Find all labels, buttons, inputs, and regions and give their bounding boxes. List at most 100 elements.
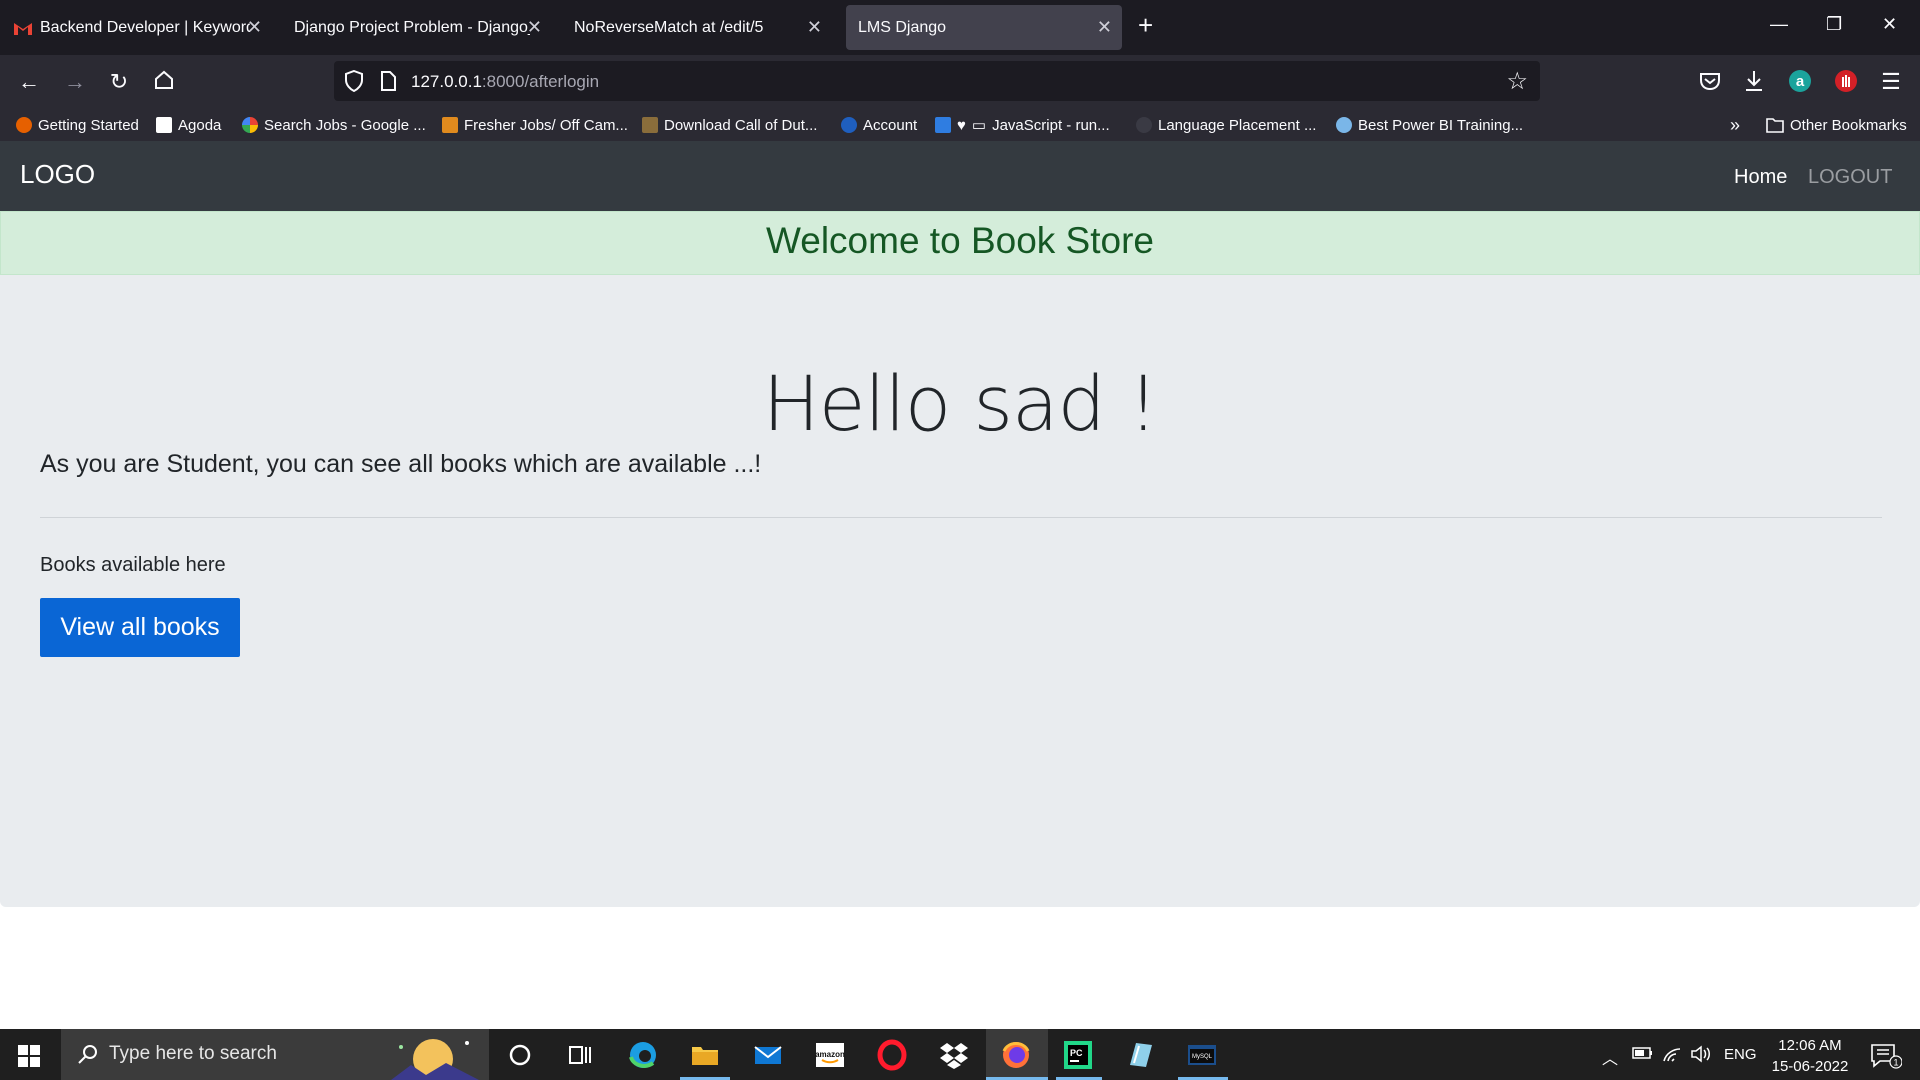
tab-title: Django Project Problem - Django_P (294, 18, 530, 36)
firefox-icon[interactable] (1000, 1039, 1032, 1071)
agoda-icon (156, 117, 172, 133)
icr-icon (841, 117, 857, 133)
amazon-icon[interactable]: amazon (814, 1039, 846, 1071)
volume-icon[interactable] (1690, 1045, 1712, 1063)
bookmark-fresher-jobs[interactable]: Fresher Jobs/ Off Cam... (442, 115, 628, 135)
minimize-icon[interactable]: — (1770, 14, 1788, 35)
opera-icon[interactable] (876, 1039, 908, 1071)
extension-a-icon[interactable]: a (1786, 67, 1814, 95)
bookmark-label: Other Bookmarks (1790, 116, 1907, 134)
mysql-shell-icon[interactable]: MySQL (1186, 1039, 1218, 1071)
language-indicator[interactable]: ENG (1724, 1046, 1757, 1063)
alert-text: Welcome to Book Store (766, 220, 1154, 261)
mail-icon[interactable] (752, 1039, 784, 1071)
cortana-icon[interactable] (504, 1039, 536, 1071)
bookmarks-bar: Getting Started Agoda Search Jobs - Goog… (0, 109, 1920, 141)
svg-text:MySQL: MySQL (1192, 1054, 1213, 1060)
bookmark-label: Best Power BI Training... (1358, 116, 1524, 134)
windows-start-icon[interactable] (18, 1045, 40, 1067)
gmail-icon (14, 22, 32, 35)
notepad-icon[interactable] (1124, 1039, 1156, 1071)
bookmark-label: Getting Started (38, 116, 139, 134)
bookmark-label: Fresher Jobs/ Off Cam... (464, 116, 628, 134)
search-highlight-icon (391, 1039, 479, 1080)
back-icon[interactable]: ← (16, 69, 42, 95)
bookmark-call-of-duty[interactable]: Download Call of Dut... (642, 115, 817, 135)
bookmark-star-icon[interactable]: ☆ (1506, 67, 1528, 96)
taskbar-search[interactable]: Type here to search (61, 1029, 489, 1080)
svg-text:PC: PC (1070, 1048, 1083, 1058)
file-explorer-icon[interactable] (689, 1039, 721, 1071)
close-icon[interactable]: ✕ (247, 17, 262, 38)
bookmark-power-bi[interactable]: Best Power BI Training... (1336, 115, 1523, 135)
close-icon[interactable]: ✕ (1097, 17, 1112, 38)
svg-text:a: a (1796, 73, 1805, 90)
wifi-icon[interactable] (1662, 1045, 1682, 1063)
browser-toolbar: ← → ↻ 127.0.0.1:8000/afterlogin ☆ a ☰ (0, 55, 1920, 109)
taskbar: Type here to search amazon PC MySQL ︿ EN… (0, 1029, 1920, 1080)
tab-title: NoReverseMatch at /edit/5 (574, 18, 764, 36)
download-icon[interactable] (1740, 67, 1768, 95)
search-icon (78, 1045, 97, 1064)
view-all-books-button[interactable]: View all books (40, 598, 240, 657)
forward-icon[interactable]: → (62, 69, 88, 95)
bookmark-language-placement[interactable]: Language Placement ... (1136, 115, 1316, 135)
jumbotron: Hello sad ! As you are Student, you can … (0, 275, 1920, 907)
reload-icon[interactable]: ↻ (106, 69, 132, 95)
bookmark-label: Agoda (178, 116, 222, 134)
other-bookmarks[interactable]: Other Bookmarks (1766, 115, 1907, 135)
game-icon (642, 117, 658, 133)
google-icon (242, 117, 258, 133)
clock-date: 15-06-2022 (1771, 1058, 1849, 1075)
nav-home-link[interactable]: Home (1734, 166, 1787, 189)
bookmark-search-jobs[interactable]: Search Jobs - Google ... (242, 115, 426, 135)
greeting-heading: Hello sad ! (762, 359, 1159, 448)
url-bar[interactable]: 127.0.0.1:8000/afterlogin ☆ (334, 61, 1540, 101)
close-icon[interactable]: ✕ (527, 17, 542, 38)
bookmark-label: Account (863, 116, 918, 134)
home-icon[interactable] (151, 69, 177, 95)
bookmark-label: Language Placement ... (1158, 116, 1317, 134)
tab-noreversematch[interactable]: NoReverseMatch at /edit/5 ✕ (562, 5, 832, 50)
new-tab-button[interactable]: + (1138, 12, 1153, 38)
site-logo[interactable]: LOGO (20, 159, 95, 190)
menu-icon[interactable]: ☰ (1878, 69, 1904, 95)
folder-icon (1766, 118, 1784, 133)
page-icon[interactable] (380, 71, 396, 91)
bookmark-label: Download Call of Dut... (664, 116, 818, 134)
clock[interactable]: 12:06 AM 15-06-2022 (1768, 1035, 1852, 1077)
notification-icon[interactable]: 1 (1870, 1043, 1902, 1069)
close-window-icon[interactable]: ✕ (1882, 14, 1897, 35)
url-host: 127.0.0.1 (411, 72, 482, 91)
pocket-icon[interactable] (1696, 67, 1724, 95)
url-path: :8000/afterlogin (481, 72, 600, 91)
task-view-icon[interactable] (564, 1039, 596, 1071)
dropbox-icon[interactable] (938, 1039, 970, 1071)
bookmark-javascript[interactable]: ♥ ▭ JavaScript - run... (935, 115, 1110, 135)
page-content: LOGO Home LOGOUT Welcome to Book Store H… (0, 141, 1920, 1029)
pycharm-icon[interactable]: PC (1062, 1039, 1094, 1071)
heart-icon: ♥ (957, 116, 966, 134)
adblock-icon[interactable] (1832, 67, 1860, 95)
books-available-text: Books available here (40, 554, 226, 576)
chevron-up-icon[interactable]: ︿ (1602, 1045, 1618, 1069)
bookmark-getting-started[interactable]: Getting Started (16, 115, 139, 135)
tab-gmail[interactable]: Backend Developer | Keywordic ✕ (2, 5, 272, 50)
close-icon[interactable]: ✕ (807, 17, 822, 38)
notification-count: 1 (1893, 1058, 1898, 1068)
bookmark-agoda[interactable]: Agoda (156, 115, 221, 135)
tab-django-problem[interactable]: Django Project Problem - Django_P ✕ (282, 5, 552, 50)
nav-logout-link[interactable]: LOGOUT (1808, 166, 1892, 189)
bookmark-account[interactable]: Account (841, 115, 917, 135)
edge-icon[interactable] (627, 1039, 659, 1071)
chevron-right-icon[interactable]: » (1730, 115, 1740, 135)
shield-icon[interactable] (344, 70, 364, 92)
tab-title: LMS Django (858, 18, 947, 36)
battery-icon[interactable] (1632, 1045, 1654, 1061)
url-text[interactable]: 127.0.0.1:8000/afterlogin (411, 72, 599, 92)
bookmark-label: Search Jobs - Google ... (264, 116, 426, 134)
tab-lms-django[interactable]: LMS Django ✕ (846, 5, 1122, 50)
site-icon (1136, 117, 1152, 133)
welcome-alert: Welcome to Book Store (0, 211, 1920, 275)
restore-icon[interactable]: ❐ (1826, 14, 1842, 35)
